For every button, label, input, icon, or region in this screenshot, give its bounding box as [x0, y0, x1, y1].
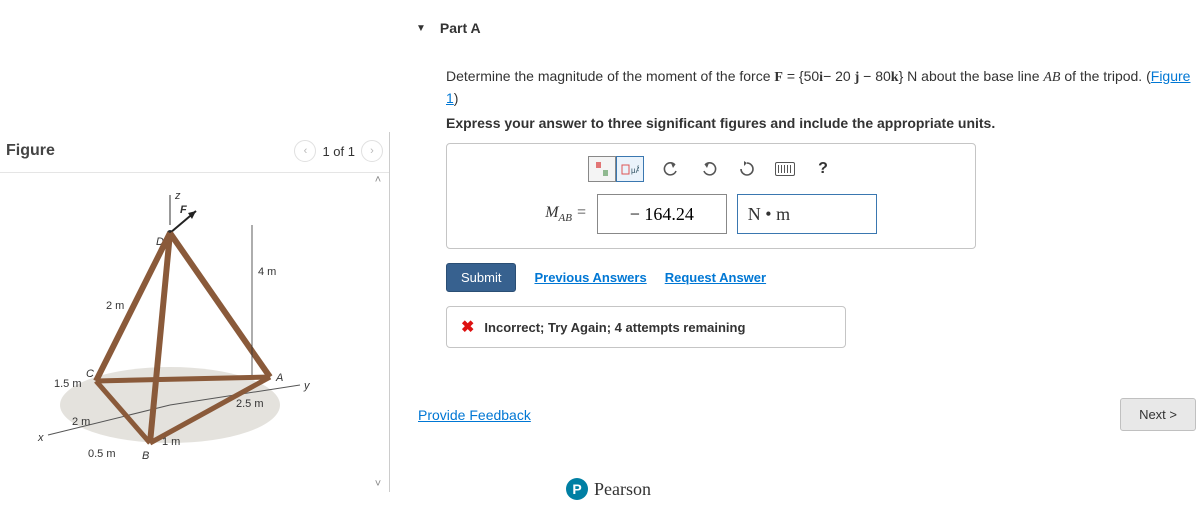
scroll-up-icon: ˄ [375, 174, 381, 186]
keyboard-button[interactable] [774, 159, 796, 179]
pearson-brand: Pearson [594, 479, 651, 500]
answer-value-input[interactable] [597, 194, 727, 234]
provide-feedback-link[interactable]: Provide Feedback [418, 407, 531, 423]
next-button[interactable]: Next > [1120, 398, 1196, 431]
pearson-footer: P Pearson [566, 478, 651, 500]
reset-button[interactable] [736, 159, 758, 179]
answer-label: MAB = [545, 204, 587, 224]
redo-button[interactable] [698, 159, 720, 179]
dim-oa: 2.5 m [236, 398, 264, 410]
figure-image: z y x D F C A B 4 m [0, 185, 340, 475]
template-fraction-button[interactable] [588, 156, 616, 182]
axis-x-label: x [37, 432, 44, 444]
scroll-down-icon: ˅ [375, 478, 381, 490]
figure-counter: 1 of 1 [322, 144, 355, 159]
undo-button[interactable] [660, 159, 682, 179]
label-c: C [86, 368, 94, 380]
figure-nav: ‹ 1 of 1 › [294, 140, 383, 162]
dim-xa: 1.5 m [54, 378, 82, 390]
caret-down-icon: ▼ [416, 23, 426, 34]
part-title: Part A [440, 20, 481, 36]
figure-next-button[interactable]: › [361, 140, 383, 162]
request-answer-link[interactable]: Request Answer [665, 270, 766, 285]
pearson-logo-icon: P [566, 478, 588, 500]
dim-xb: 2 m [72, 416, 90, 428]
svg-text:μÅ: μÅ [631, 166, 639, 175]
instruction-text: Express your answer to three significant… [446, 115, 1196, 131]
feedback-text: Incorrect; Try Again; 4 attempts remaini… [484, 320, 745, 335]
figure-header: Figure ‹ 1 of 1 › [0, 132, 389, 173]
part-header[interactable]: ▼ Part A [416, 10, 1196, 46]
axis-z-label: z [174, 190, 181, 202]
reset-icon [738, 161, 756, 177]
question-text: Determine the magnitude of the moment of… [446, 66, 1196, 109]
actions-row: Submit Previous Answers Request Answer [446, 263, 1196, 292]
feedback-box: ✖ Incorrect; Try Again; 4 attempts remai… [446, 306, 846, 348]
figure-panel: Figure ‹ 1 of 1 › z y x D F [0, 132, 390, 492]
dim-ba: 1 m [162, 436, 180, 448]
figure-prev-button[interactable]: ‹ [294, 140, 316, 162]
main-content: ▼ Part A Determine the magnitude of the … [416, 10, 1196, 348]
dim-ob: 0.5 m [88, 448, 116, 460]
answer-box: μÅ ? MAB = N • m [446, 143, 976, 249]
incorrect-icon: ✖ [461, 317, 474, 337]
previous-answers-link[interactable]: Previous Answers [534, 270, 646, 285]
template-group: μÅ [588, 156, 644, 182]
label-f: F [180, 204, 187, 216]
answer-toolbar: μÅ ? [463, 156, 959, 182]
figure-title: Figure [6, 142, 55, 160]
figure-scrollbar[interactable]: ˄ ˅ [369, 174, 387, 490]
template-units-button[interactable]: μÅ [616, 156, 644, 182]
dim-height: 4 m [258, 266, 276, 278]
redo-icon [700, 161, 718, 177]
bottom-row: Provide Feedback Next > [416, 398, 1196, 431]
keyboard-icon [775, 162, 795, 176]
help-button[interactable]: ? [812, 158, 834, 180]
answer-units-input[interactable]: N • m [737, 194, 877, 234]
submit-button[interactable]: Submit [446, 263, 516, 292]
answer-row: MAB = N • m [463, 194, 959, 234]
dim-cd: 2 m [106, 300, 124, 312]
label-a: A [275, 372, 283, 384]
undo-icon [662, 161, 680, 177]
label-b: B [142, 450, 149, 462]
axis-y-label: y [303, 380, 311, 392]
